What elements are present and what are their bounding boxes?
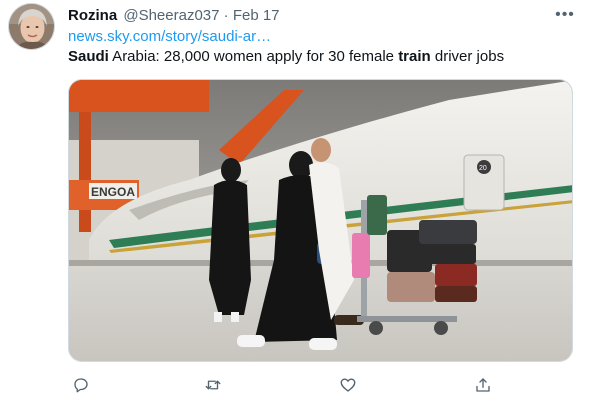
tweet-header: Rozina @Sheeraz037 · Feb 17	[68, 7, 280, 25]
tweet-text-segment-end: driver jobs	[430, 48, 505, 65]
retweet-button[interactable]	[200, 372, 226, 398]
tweet-text: Saudi Arabia: 28,000 women apply for 30 …	[68, 48, 504, 66]
reply-icon	[74, 378, 88, 393]
station-sign-text: ENGOA	[91, 185, 135, 199]
reply-button[interactable]	[68, 372, 94, 398]
more-horizontal-icon: •••	[555, 6, 575, 23]
author-name[interactable]: Rozina	[68, 7, 117, 24]
article-link[interactable]: news.sky.com/story/saudi-ar…	[68, 28, 271, 46]
more-options-button[interactable]: •••	[552, 2, 578, 28]
separator-dot: ·	[223, 7, 229, 24]
train-station-photo: ENGOA 20	[69, 80, 572, 361]
tweet-card[interactable]: Rozina @Sheeraz037 · Feb 17 ••• news.sky…	[0, 0, 590, 409]
avatar-image	[9, 4, 54, 49]
share-button[interactable]	[470, 372, 496, 398]
tweet-text-bold-train: train	[398, 48, 431, 65]
train-car-number: 20	[479, 165, 487, 172]
like-button[interactable]	[335, 372, 361, 398]
author-handle[interactable]: @Sheeraz037	[123, 7, 219, 24]
tweet-date[interactable]: Feb 17	[233, 7, 280, 24]
avatar[interactable]	[8, 3, 55, 50]
retweet-icon	[205, 380, 221, 390]
tweet-text-bold-saudi: Saudi	[68, 48, 109, 65]
tweet-actions-bar	[68, 372, 573, 398]
tweet-text-segment: Arabia: 28,000 women apply for 30 female	[108, 48, 399, 65]
heart-icon	[340, 378, 356, 392]
tweet-media-photo[interactable]: ENGOA 20	[68, 79, 573, 362]
share-icon	[476, 378, 490, 392]
